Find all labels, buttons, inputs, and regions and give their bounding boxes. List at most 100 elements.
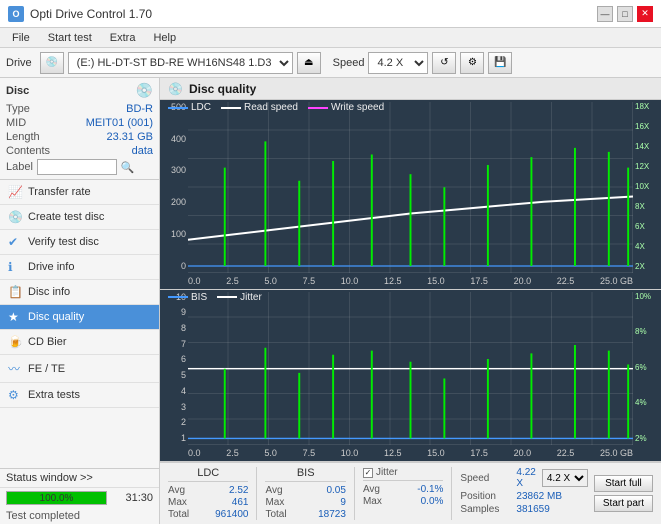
ldc-stats-header: LDC xyxy=(168,467,248,482)
ldc-y-axis-left: 500 400 300 200 100 0 xyxy=(160,100,188,273)
ldc-color-bar xyxy=(168,107,188,109)
disc-contents-label: Contents xyxy=(6,145,50,157)
ldc-total-value: 961400 xyxy=(215,509,248,520)
bis-avg-row: Avg 0.05 xyxy=(265,485,345,496)
bis-stats-col: BIS Avg 0.05 Max 9 Total 18723 xyxy=(265,467,345,520)
extra-tests-icon: ⚙ xyxy=(8,388,22,402)
speed-selector[interactable]: 4.2 X xyxy=(368,52,428,74)
bis-stats-header: BIS xyxy=(265,467,345,482)
menu-extra[interactable]: Extra xyxy=(102,30,144,46)
disc-mid-value: MEIT01 (001) xyxy=(86,117,153,129)
bis-y-axis-right: 10% 8% 6% 4% 2% xyxy=(633,290,661,445)
position-row: Position 23862 MB xyxy=(460,491,587,502)
sidebar-item-create-test[interactable]: 💿 Create test disc xyxy=(0,205,159,230)
ldc-avg-label: Avg xyxy=(168,485,185,496)
sidebar-item-disc-info[interactable]: 📋 Disc info xyxy=(0,280,159,305)
jitter-color-bar xyxy=(217,296,237,298)
ldc-stats-col: LDC Avg 2.52 Max 461 Total 961400 xyxy=(168,467,248,520)
bis-legend-bis-label: BIS xyxy=(191,292,207,303)
ldc-max-value: 461 xyxy=(232,497,249,508)
speed-row: Speed 4.22 X 4.2 X xyxy=(460,467,587,489)
sidebar-item-label-verify: Verify test disc xyxy=(28,236,99,248)
drive-info-icon: ℹ xyxy=(8,260,22,274)
progress-bar: 100.0% xyxy=(6,491,107,505)
disc-cd-icon: 💿 xyxy=(136,82,153,99)
disc-length-label: Length xyxy=(6,131,40,143)
bis-x-axis: 0.0 2.5 5.0 7.5 10.0 12.5 15.0 17.5 20.0… xyxy=(188,445,633,461)
charts-area: LDC Read speed Write speed 500 400 300 xyxy=(160,100,661,462)
ldc-total-label: Total xyxy=(168,509,189,520)
sidebar-item-label-create: Create test disc xyxy=(28,211,104,223)
sidebar-item-label-disc-info: Disc info xyxy=(28,286,70,298)
jitter-avg-value: -0.1% xyxy=(417,484,443,495)
bis-legend: BIS Jitter xyxy=(168,292,262,303)
fe-te-icon: 〰 xyxy=(8,360,22,377)
refresh-button[interactable]: ↺ xyxy=(432,52,456,74)
status-window-button[interactable]: Status window >> xyxy=(0,469,159,488)
ldc-x-axis: 0.0 2.5 5.0 7.5 10.0 12.5 15.0 17.5 20.0… xyxy=(188,273,633,289)
jitter-avg-label: Avg xyxy=(363,484,380,495)
ldc-max-row: Max 461 xyxy=(168,497,248,508)
options-button[interactable]: ⚙ xyxy=(460,52,484,74)
bis-max-row: Max 9 xyxy=(265,497,345,508)
disc-panel: Disc 💿 Type BD-R MID MEIT01 (001) Length… xyxy=(0,78,159,180)
disc-section-label: Disc xyxy=(6,85,29,97)
nav-items: 📈 Transfer rate 💿 Create test disc ✔ Ver… xyxy=(0,180,159,468)
content-area: 💿 Disc quality LDC Read speed xyxy=(160,78,661,524)
sidebar-item-fe-te[interactable]: 〰 FE / TE xyxy=(0,355,159,383)
titlebar-controls: — □ ✕ xyxy=(597,6,653,22)
titlebar: O Opti Drive Control 1.70 — □ ✕ xyxy=(0,0,661,28)
jitter-stats-col: ✓ Jitter Avg -0.1% Max 0.0% xyxy=(363,467,443,520)
ldc-legend-read-label: Read speed xyxy=(244,102,298,113)
ldc-legend-ldc-label: LDC xyxy=(191,102,211,113)
close-button[interactable]: ✕ xyxy=(637,6,653,22)
maximize-button[interactable]: □ xyxy=(617,6,633,22)
jitter-header-label: Jitter xyxy=(376,467,398,478)
sidebar: Disc 💿 Type BD-R MID MEIT01 (001) Length… xyxy=(0,78,160,524)
menu-help[interactable]: Help xyxy=(145,30,184,46)
create-test-icon: 💿 xyxy=(8,210,22,224)
samples-row: Samples 381659 xyxy=(460,504,587,515)
menu-start-test[interactable]: Start test xyxy=(40,30,100,46)
sidebar-item-transfer-rate[interactable]: 📈 Transfer rate xyxy=(0,180,159,205)
read-color-bar xyxy=(221,107,241,109)
sidebar-item-cd-bier[interactable]: 🍺 CD Bier xyxy=(0,330,159,355)
sidebar-item-drive-info[interactable]: ℹ Drive info xyxy=(0,255,159,280)
bis-y-axis-left: 10 9 8 7 6 5 4 3 2 1 xyxy=(160,290,188,445)
disc-label-input[interactable] xyxy=(37,159,117,175)
sidebar-item-disc-quality[interactable]: ★ Disc quality xyxy=(0,305,159,330)
ldc-legend-read: Read speed xyxy=(221,102,298,113)
eject-button[interactable]: ⏏ xyxy=(297,52,321,74)
bis-avg-value: 0.05 xyxy=(326,485,345,496)
sidebar-item-extra-tests[interactable]: ⚙ Extra tests xyxy=(0,383,159,408)
disc-panel-header: Disc 💿 xyxy=(6,82,153,99)
label-icon: 🔍 xyxy=(121,161,135,174)
disc-quality-title: Disc quality xyxy=(189,82,256,96)
bis-chart-svg xyxy=(188,292,633,445)
start-part-button[interactable]: Start part xyxy=(594,495,653,512)
verify-test-icon: ✔ xyxy=(8,235,22,249)
save-button[interactable]: 💾 xyxy=(488,52,512,74)
app-title: Opti Drive Control 1.70 xyxy=(30,7,152,21)
drive-selector[interactable]: (E:) HL-DT-ST BD-RE WH16NS48 1.D3 xyxy=(68,52,293,74)
sidebar-item-label-extra-tests: Extra tests xyxy=(28,389,80,401)
action-buttons: Start full Start part xyxy=(588,467,653,520)
stats-divider-2 xyxy=(354,467,355,520)
menu-file[interactable]: File xyxy=(4,30,38,46)
sidebar-item-verify-test[interactable]: ✔ Verify test disc xyxy=(0,230,159,255)
bis-legend-jitter-label: Jitter xyxy=(240,292,262,303)
start-full-button[interactable]: Start full xyxy=(594,475,653,492)
speed-test-selector[interactable]: 4.2 X xyxy=(542,469,588,487)
bis-total-label: Total xyxy=(265,509,286,520)
status-area: Status window >> 100.0% 31:30 Test compl… xyxy=(0,468,159,524)
jitter-checkbox-row: ✓ Jitter xyxy=(363,467,443,478)
jitter-checkbox[interactable]: ✓ xyxy=(363,468,373,478)
speed-stats-col: Speed 4.22 X 4.2 X Position 23862 MB Sam… xyxy=(460,467,587,520)
disc-contents-row: Contents data xyxy=(6,145,153,157)
status-nav-label: Status window >> xyxy=(6,472,93,484)
disc-quality-header-icon: 💿 xyxy=(168,82,183,96)
ldc-avg-row: Avg 2.52 xyxy=(168,485,248,496)
sidebar-item-label-drive-info: Drive info xyxy=(28,261,74,273)
minimize-button[interactable]: — xyxy=(597,6,613,22)
bis-total-value: 18723 xyxy=(318,509,346,520)
